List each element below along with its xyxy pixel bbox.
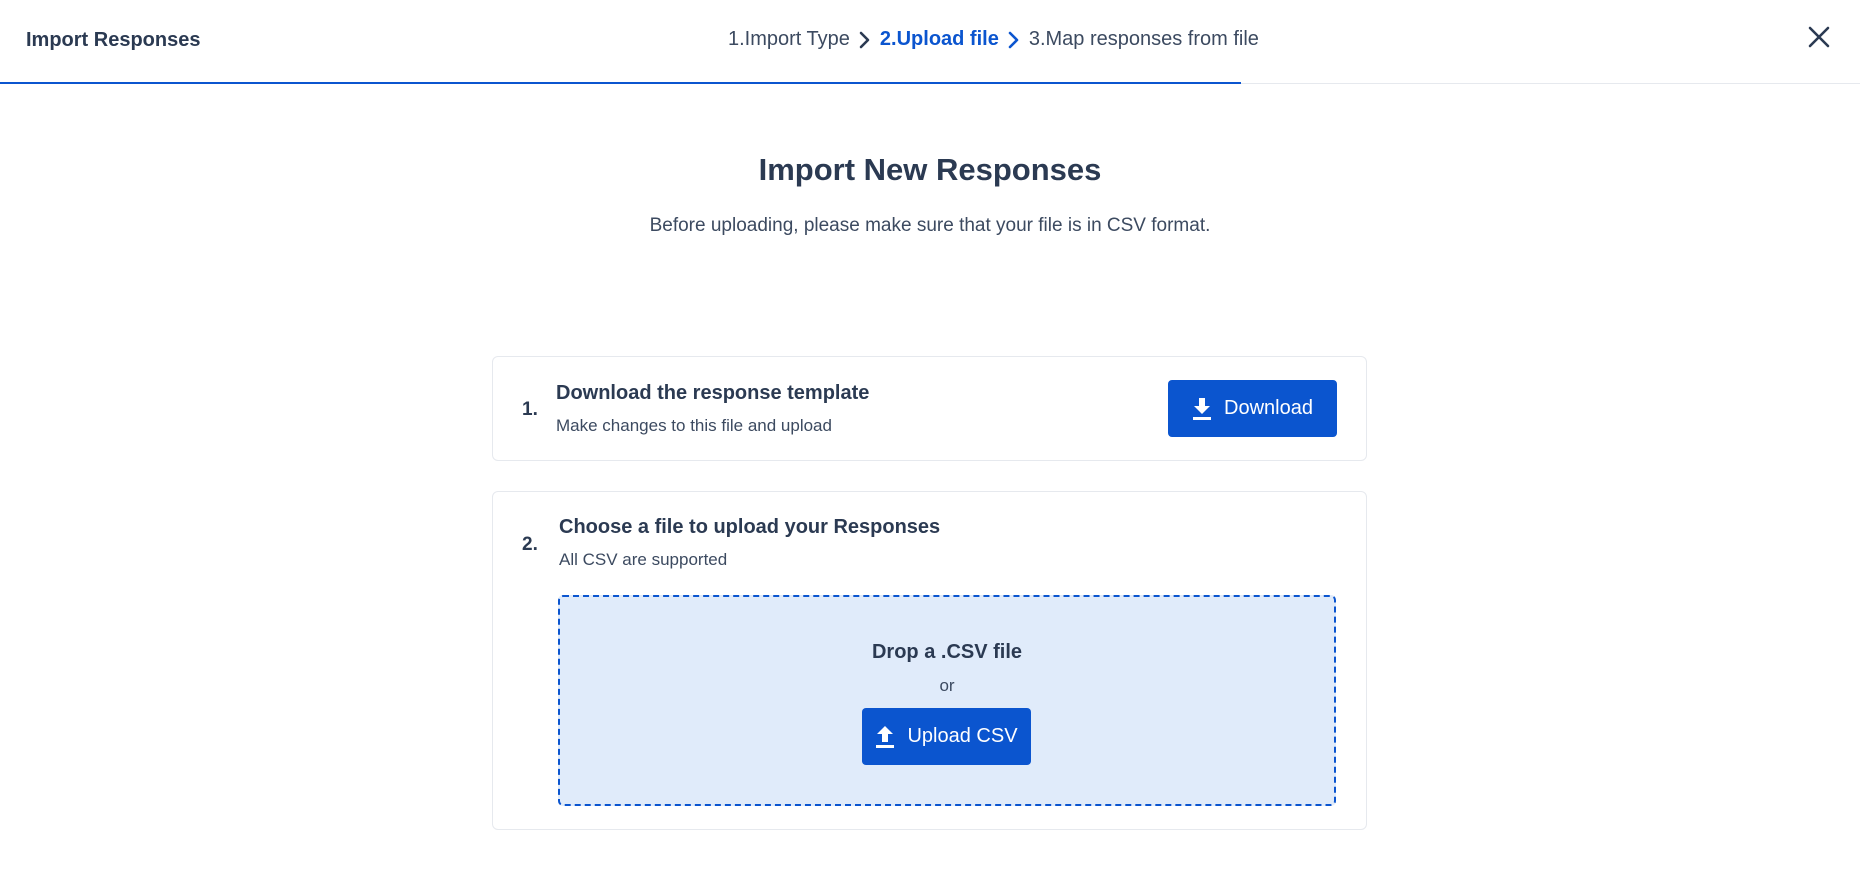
progress-fill xyxy=(0,82,1241,84)
page-subtitle: Before uploading, please make sure that … xyxy=(649,215,1211,236)
download-button[interactable]: Download xyxy=(1168,380,1337,437)
card-heading: Download the response template xyxy=(556,382,870,404)
card-subtext: Make changes to this file and upload xyxy=(556,416,832,435)
card-subtext: All CSV are supported xyxy=(559,550,728,569)
card-heading: Choose a file to upload your Responses xyxy=(559,516,941,538)
upload-icon xyxy=(876,725,895,748)
csv-dropzone[interactable]: Drop a .CSV file or Upload CSV xyxy=(558,595,1336,806)
chevron-right-icon xyxy=(850,31,880,49)
header-title: Import Responses xyxy=(26,29,201,51)
dropzone-title: Drop a .CSV file xyxy=(871,641,1023,663)
download-template-card: 1. Download the response template Make c… xyxy=(492,356,1367,461)
download-button-label: Download xyxy=(1224,397,1313,419)
step-map-responses[interactable]: 3.Map responses from file xyxy=(1029,28,1259,51)
close-button[interactable] xyxy=(1806,24,1832,50)
header: Import Responses 1.Import Type 2.Upload … xyxy=(0,0,1860,84)
main-content: Import New Responses Before uploading, p… xyxy=(0,152,1860,830)
page-title: Import New Responses xyxy=(758,152,1102,187)
download-icon xyxy=(1193,397,1212,420)
stepper: 1.Import Type 2.Upload file 3.Map respon… xyxy=(728,28,1259,51)
step-number: 1. xyxy=(522,399,538,420)
dropzone-or-text: or xyxy=(939,676,955,695)
progress-bar xyxy=(0,82,1860,84)
upload-button-label: Upload CSV xyxy=(907,725,1018,747)
step-number: 2. xyxy=(522,534,538,555)
upload-file-card: 2. Choose a file to upload your Response… xyxy=(492,491,1367,830)
chevron-right-icon xyxy=(999,31,1029,49)
step-upload-file[interactable]: 2.Upload file xyxy=(880,28,999,51)
upload-csv-button[interactable]: Upload CSV xyxy=(862,708,1031,765)
close-icon xyxy=(1808,26,1830,48)
step-import-type[interactable]: 1.Import Type xyxy=(728,28,850,51)
